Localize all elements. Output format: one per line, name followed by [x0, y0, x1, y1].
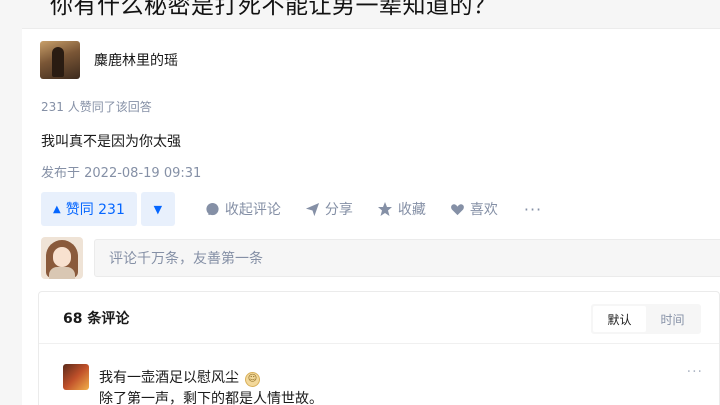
favorite-button[interactable]: 收藏: [377, 199, 426, 219]
comment-sort-toggle: 默认 时间: [591, 304, 701, 334]
answer-card: 麋鹿林里的瑶 231 人赞同了该回答 我叫真不是因为你太强 发布于 2022-0…: [22, 28, 720, 405]
sort-time-button[interactable]: 时间: [646, 306, 699, 332]
author-row: 麋鹿林里的瑶: [40, 41, 178, 79]
vote-meta: 231 人赞同了该回答: [41, 100, 152, 114]
commenter-name[interactable]: 我有一壶酒足以慰风尘: [99, 370, 239, 386]
answer-content: 我叫真不是因为你太强: [41, 134, 181, 150]
collapse-comments-button[interactable]: 收起评论: [205, 199, 281, 219]
paper-plane-icon: [305, 202, 319, 216]
comment-input[interactable]: 评论千万条，友善第一条: [94, 239, 720, 277]
triangle-down-icon: ▼: [153, 202, 163, 216]
commenter-avatar[interactable]: [63, 364, 89, 390]
vote-up-button[interactable]: ▲ 赞同 231: [41, 192, 137, 226]
comments-section: 68 条评论 默认 时间 我有一壶酒足以慰风尘 ☺ 除了第一声，剩下的都是人情世故…: [38, 291, 720, 405]
heart-icon: [450, 203, 464, 215]
vote-down-button[interactable]: ▼: [140, 192, 175, 226]
comments-header: 68 条评论 默认 时间: [39, 292, 719, 344]
star-icon: [377, 202, 392, 216]
author-avatar[interactable]: [40, 41, 80, 79]
favorite-label: 收藏: [397, 202, 426, 218]
smiley-badge-icon: ☺: [245, 372, 260, 387]
triangle-up-icon: ▲: [53, 203, 61, 215]
publish-time[interactable]: 发布于 2022-08-19 09:31: [41, 162, 201, 181]
author-name[interactable]: 麋鹿林里的瑶: [94, 50, 178, 70]
sort-default-button[interactable]: 默认: [593, 306, 646, 332]
like-button[interactable]: 喜欢: [450, 199, 498, 219]
like-label: 喜欢: [469, 202, 498, 218]
commenter-name-row: 我有一壶酒足以慰风尘 ☺: [99, 367, 260, 387]
collapse-comments-label: 收起评论: [224, 202, 281, 218]
vote-up-label: 赞同 231: [65, 202, 125, 218]
share-button[interactable]: 分享: [305, 199, 353, 219]
comments-count: 68 条评论: [63, 311, 130, 327]
question-title[interactable]: 你有什么秘密是打死不能让男一辈知道的？: [50, 0, 497, 20]
comment-bubble-icon: [206, 202, 219, 215]
more-options-button[interactable]: ···: [524, 200, 542, 219]
current-user-avatar[interactable]: [41, 237, 83, 279]
comment-text: 除了第一声，剩下的都是人情世故。: [99, 391, 323, 405]
comment-more-button[interactable]: ···: [687, 364, 703, 380]
action-bar: ▲ 赞同 231 ▼ 收起评论 分享 收藏 喜欢 ···: [41, 192, 542, 226]
share-label: 分享: [324, 202, 353, 218]
